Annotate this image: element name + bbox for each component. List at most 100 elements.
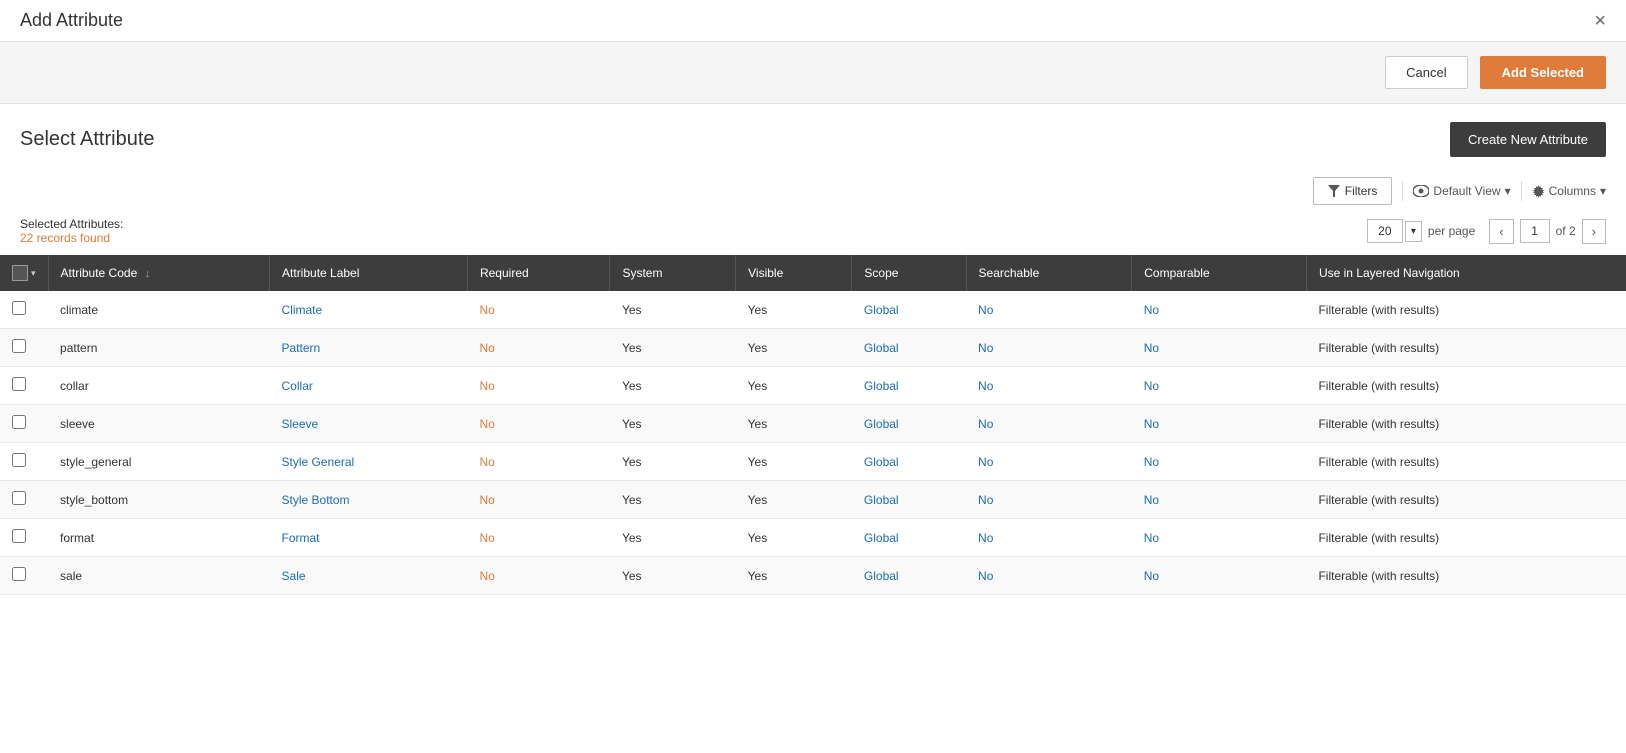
view-dropdown-arrow[interactable]: ▾ <box>1505 184 1511 198</box>
th-attribute-code[interactable]: Attribute Code ↓ <box>48 255 269 291</box>
row-layered-nav: Filterable (with results) <box>1306 405 1626 443</box>
row-code: collar <box>48 367 269 405</box>
default-view-button[interactable]: Default View ▾ <box>1413 184 1510 198</box>
row-searchable: No <box>966 405 1132 443</box>
page-size-arrow[interactable]: ▾ <box>1405 221 1422 242</box>
row-visible: Yes <box>736 367 852 405</box>
row-label[interactable]: Pattern <box>270 329 468 367</box>
row-required: No <box>467 443 609 481</box>
eye-icon <box>1413 185 1429 197</box>
row-code: climate <box>48 291 269 329</box>
table-row: format Format No Yes Yes Global No No Fi… <box>0 519 1626 557</box>
row-code: format <box>48 519 269 557</box>
row-system: Yes <box>610 329 736 367</box>
row-checkbox-cell[interactable] <box>0 481 48 519</box>
columns-button[interactable]: Columns ▾ <box>1532 184 1606 198</box>
row-required: No <box>467 557 609 595</box>
th-visible[interactable]: Visible <box>736 255 852 291</box>
row-checkbox-cell[interactable] <box>0 329 48 367</box>
table-row: sale Sale No Yes Yes Global No No Filter… <box>0 557 1626 595</box>
row-label[interactable]: Style Bottom <box>270 481 468 519</box>
row-code: sleeve <box>48 405 269 443</box>
row-comparable: No <box>1132 367 1307 405</box>
th-select-all[interactable]: ▾ <box>0 255 48 291</box>
row-system: Yes <box>610 291 736 329</box>
row-checkbox[interactable] <box>12 415 26 429</box>
row-checkbox[interactable] <box>12 339 26 353</box>
attribute-table-wrap: ▾ Attribute Code ↓ Attribute Label Requi… <box>0 255 1626 595</box>
close-icon[interactable]: × <box>1594 11 1606 31</box>
section-title: Select Attribute <box>20 128 155 151</box>
table-row: collar Collar No Yes Yes Global No No Fi… <box>0 367 1626 405</box>
th-searchable[interactable]: Searchable <box>966 255 1132 291</box>
row-system: Yes <box>610 405 736 443</box>
columns-dropdown-arrow[interactable]: ▾ <box>1600 184 1606 198</box>
row-checkbox[interactable] <box>12 567 26 581</box>
row-code: sale <box>48 557 269 595</box>
row-label[interactable]: Sleeve <box>270 405 468 443</box>
th-system[interactable]: System <box>610 255 736 291</box>
row-scope: Global <box>852 481 966 519</box>
row-comparable: No <box>1132 291 1307 329</box>
row-system: Yes <box>610 367 736 405</box>
page-size-select: 20 ▾ <box>1367 219 1422 243</box>
select-all-checkbox[interactable] <box>12 265 28 281</box>
selected-attrs-label: Selected Attributes: <box>20 217 123 231</box>
add-selected-button[interactable]: Add Selected <box>1480 56 1606 89</box>
separator <box>1402 181 1403 201</box>
row-checkbox-cell[interactable] <box>0 443 48 481</box>
of-label: of 2 <box>1556 224 1576 238</box>
row-layered-nav: Filterable (with results) <box>1306 557 1626 595</box>
row-checkbox[interactable] <box>12 453 26 467</box>
row-comparable: No <box>1132 519 1307 557</box>
row-checkbox[interactable] <box>12 491 26 505</box>
row-label[interactable]: Climate <box>270 291 468 329</box>
row-searchable: No <box>966 481 1132 519</box>
row-code: pattern <box>48 329 269 367</box>
row-visible: Yes <box>736 443 852 481</box>
row-label[interactable]: Sale <box>270 557 468 595</box>
th-attribute-label[interactable]: Attribute Label <box>270 255 468 291</box>
row-checkbox[interactable] <box>12 377 26 391</box>
filters-button[interactable]: Filters <box>1313 177 1393 205</box>
th-required[interactable]: Required <box>467 255 609 291</box>
sort-icon: ↓ <box>145 268 151 280</box>
dialog-title-bar: Add Attribute × <box>0 0 1626 42</box>
row-checkbox-cell[interactable] <box>0 405 48 443</box>
cancel-button[interactable]: Cancel <box>1385 56 1467 89</box>
page-size-value: 20 <box>1367 219 1403 243</box>
row-layered-nav: Filterable (with results) <box>1306 329 1626 367</box>
row-scope: Global <box>852 329 966 367</box>
table-header-row: ▾ Attribute Code ↓ Attribute Label Requi… <box>0 255 1626 291</box>
th-scope[interactable]: Scope <box>852 255 966 291</box>
row-scope: Global <box>852 405 966 443</box>
row-searchable: No <box>966 443 1132 481</box>
row-searchable: No <box>966 291 1132 329</box>
create-new-attribute-button[interactable]: Create New Attribute <box>1450 122 1606 157</box>
row-checkbox-cell[interactable] <box>0 519 48 557</box>
row-checkbox-cell[interactable] <box>0 291 48 329</box>
row-label[interactable]: Style General <box>270 443 468 481</box>
row-label[interactable]: Format <box>270 519 468 557</box>
row-system: Yes <box>610 557 736 595</box>
row-layered-nav: Filterable (with results) <box>1306 519 1626 557</box>
row-required: No <box>467 367 609 405</box>
current-page: 1 <box>1520 219 1550 243</box>
row-checkbox-cell[interactable] <box>0 557 48 595</box>
row-layered-nav: Filterable (with results) <box>1306 291 1626 329</box>
prev-page-button[interactable]: ‹ <box>1489 219 1513 244</box>
row-visible: Yes <box>736 291 852 329</box>
row-checkbox-cell[interactable] <box>0 367 48 405</box>
row-checkbox[interactable] <box>12 529 26 543</box>
section-header: Select Attribute Create New Attribute <box>0 104 1626 171</box>
row-code: style_bottom <box>48 481 269 519</box>
next-page-button[interactable]: › <box>1582 219 1606 244</box>
th-comparable[interactable]: Comparable <box>1132 255 1307 291</box>
row-scope: Global <box>852 519 966 557</box>
th-layered-nav[interactable]: Use in Layered Navigation <box>1306 255 1626 291</box>
row-visible: Yes <box>736 557 852 595</box>
row-checkbox[interactable] <box>12 301 26 315</box>
row-searchable: No <box>966 557 1132 595</box>
select-all-arrow[interactable]: ▾ <box>31 268 36 279</box>
row-label[interactable]: Collar <box>270 367 468 405</box>
